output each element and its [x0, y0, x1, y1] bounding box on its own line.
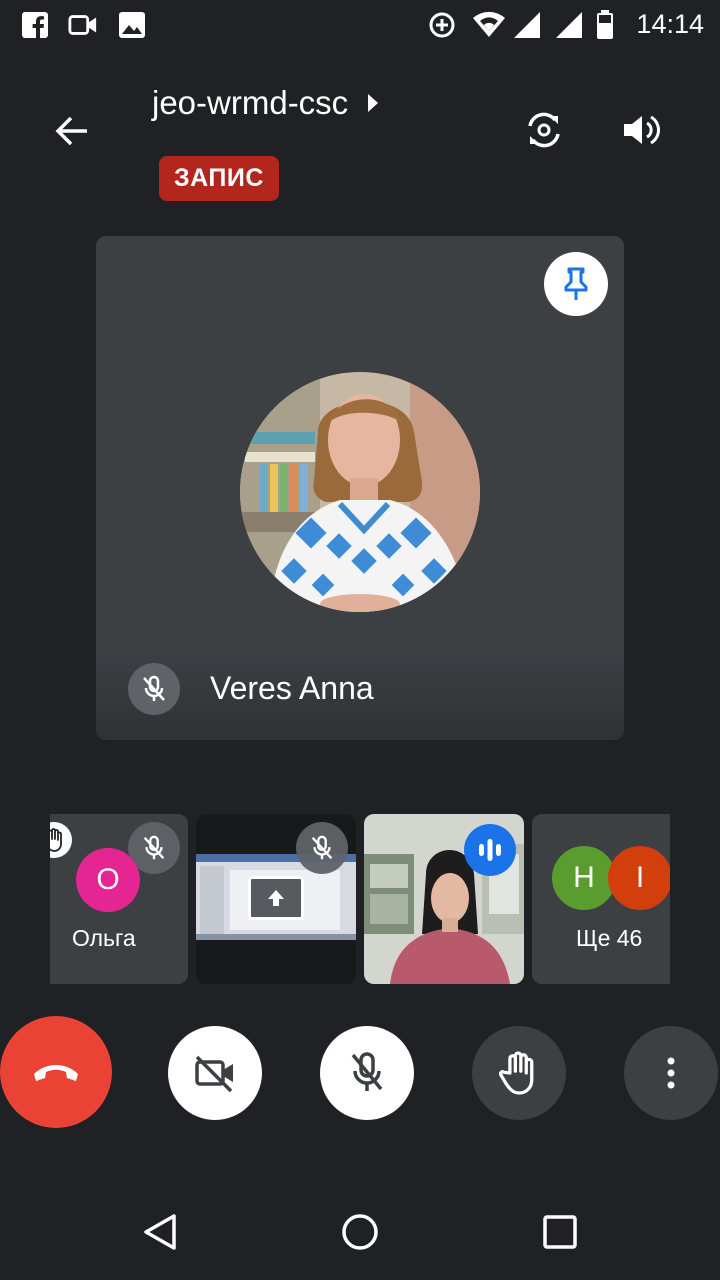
- mic-toggle-button[interactable]: [320, 1026, 414, 1120]
- hand-icon: [499, 1051, 534, 1095]
- clock: 14:14: [636, 9, 704, 39]
- participant-mic-status: [296, 822, 348, 874]
- speaker-icon: [624, 115, 660, 145]
- main-participant-tile[interactable]: Veres Anna: [96, 236, 624, 740]
- participant-name: Ольга: [72, 925, 136, 951]
- nav-recents-button[interactable]: [528, 1200, 592, 1264]
- signal-icon: [512, 10, 542, 40]
- avatar-initial: О: [96, 863, 120, 896]
- mic-off-icon: [351, 1052, 383, 1091]
- meeting-info-button[interactable]: jeo-wrmd-csc: [152, 84, 380, 122]
- participant-name: Veres Anna: [210, 670, 374, 706]
- square-recents-icon: [543, 1215, 577, 1249]
- participant-avatar: Н: [552, 846, 616, 910]
- end-call-button[interactable]: [0, 1016, 112, 1128]
- mic-off-icon: [143, 675, 165, 701]
- audio-output-button[interactable]: [610, 100, 670, 160]
- avatar-initial: І: [635, 861, 645, 894]
- triangle-back-icon: [144, 1214, 176, 1250]
- participant-video-thumb[interactable]: [364, 814, 524, 984]
- facebook-icon: [20, 10, 50, 40]
- more-vert-icon: [667, 1057, 675, 1089]
- speaking-indicator: [464, 824, 516, 876]
- participant-avatar: І: [608, 846, 670, 910]
- nav-back-button[interactable]: [128, 1200, 192, 1264]
- data-saver-icon: [427, 10, 457, 40]
- status-bar: 14:14: [0, 0, 720, 50]
- screen-share-thumb[interactable]: [196, 814, 356, 984]
- pin-button[interactable]: [544, 252, 608, 316]
- signal-icon: [554, 10, 584, 40]
- arrow-back-icon: [55, 116, 87, 146]
- mic-off-icon: [143, 835, 165, 860]
- back-button[interactable]: [42, 104, 102, 158]
- mic-off-icon: [311, 835, 333, 860]
- audio-level-icon: [479, 839, 501, 861]
- raise-hand-button[interactable]: [472, 1026, 566, 1120]
- participant-mic-status: [128, 663, 180, 715]
- participant-thumb-olga[interactable]: О Ольга: [50, 814, 188, 984]
- hang-up-icon: [34, 1065, 78, 1081]
- recording-badge: ЗАПИС: [159, 156, 279, 201]
- recording-label: ЗАПИС: [174, 164, 264, 192]
- battery-icon: [594, 10, 616, 40]
- hand-raised-icon: [50, 828, 62, 852]
- camera-toggle-button[interactable]: [168, 1026, 262, 1120]
- participant-avatar: О: [76, 848, 140, 912]
- more-options-button[interactable]: [624, 1026, 718, 1120]
- switch-camera-button[interactable]: [514, 100, 574, 160]
- more-participants-label: Ще 46: [576, 925, 643, 951]
- video-camera-icon: [68, 10, 98, 40]
- pin-icon: [564, 267, 588, 300]
- meeting-code: jeo-wrmd-csc: [152, 84, 349, 121]
- nav-home-button[interactable]: [328, 1200, 392, 1264]
- more-participants-thumb[interactable]: Н І Ще 46: [532, 814, 670, 984]
- hand-raised-indicator: [50, 822, 72, 858]
- chevron-right-icon: [368, 94, 379, 112]
- switch-camera-icon: [528, 112, 560, 148]
- wifi-icon: [472, 10, 506, 40]
- camera-off-icon: [195, 1055, 233, 1093]
- circle-home-icon: [342, 1214, 378, 1250]
- participant-avatar: [240, 372, 480, 612]
- screen-share-icon: [248, 876, 304, 920]
- gallery-icon: [117, 10, 147, 40]
- avatar-initial: Н: [573, 861, 595, 894]
